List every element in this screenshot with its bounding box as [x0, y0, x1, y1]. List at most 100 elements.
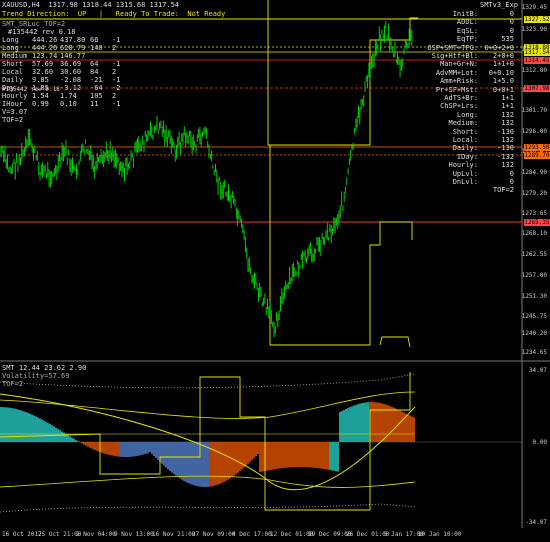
lower-band — [0, 503, 416, 513]
right-row-key: Man+Gr+N: — [440, 60, 478, 69]
right-row-value: 535 — [501, 35, 514, 44]
price-axis-label: 1251.30 — [521, 293, 547, 300]
price-tag: 1317.54 — [524, 49, 550, 56]
price-axis-label: 1257.00 — [521, 272, 547, 279]
left-row-c: 84 — [90, 68, 99, 76]
left-row-d: 2 — [112, 68, 117, 76]
price-axis-label: 1234.65 — [521, 349, 547, 356]
price-tag: 1293.50 — [524, 144, 550, 151]
price-axis-label: 1296.00 — [521, 128, 547, 135]
volatility-label: Volatility=57.69 — [2, 372, 70, 380]
price-axis-label: 1245.75 — [521, 313, 547, 320]
left-row-c: 66 — [90, 36, 99, 44]
right-row-key: Sig+Htf+Bl: — [431, 52, 478, 60]
price-axis-label: 1268.10 — [521, 230, 547, 237]
right-row-value: 0 — [509, 10, 514, 18]
left-row-d: 2 — [112, 92, 117, 100]
right-row-value: 0 — [509, 18, 514, 27]
price-axis-label: 1273.65 — [521, 210, 547, 217]
bottom-channel-line — [379, 336, 411, 348]
price-tag: 1327.52 — [524, 16, 550, 23]
left-row-b: 437.80 — [60, 36, 86, 44]
price-axis-label: 1262.55 — [521, 251, 547, 258]
price-axis-label: 1323.90 — [521, 26, 547, 33]
right-row-value: 132 — [501, 161, 514, 170]
right-row-key: Pr+SF+Mst: — [435, 85, 478, 94]
left-row-a: 0.99 — [32, 100, 49, 108]
ohlc-values: 1317.98 1318.44 1315.68 1317.54 — [48, 1, 180, 9]
right-row-value: 132 — [501, 110, 514, 119]
right-row-value: 0+0+2+0 — [484, 43, 514, 52]
left-row-d: 2 — [112, 44, 117, 52]
right-row-value: 1+1+0 — [492, 60, 514, 69]
right-row-value: 0 — [509, 26, 514, 35]
right-row-key: EqSL: — [456, 26, 478, 35]
time-axis-label: 26 Dec 01:00 — [346, 531, 390, 538]
left-row-name: Long — [2, 36, 19, 44]
left-row-a: 444.26 — [32, 36, 58, 44]
time-axis-label: 27 Nov 09:00 — [192, 531, 236, 538]
left-row-c: 140 — [90, 44, 103, 52]
histogram — [0, 402, 415, 487]
lower-channel-line — [268, 144, 413, 346]
left-row-c: 105 — [90, 92, 103, 100]
right-row-key: AdTS+Br: — [444, 94, 478, 102]
right-row-value: 0+0+1 — [492, 85, 514, 94]
left-row-a: 9.85 — [32, 76, 49, 84]
left-row-b: 146.77 — [60, 52, 86, 60]
right-row-value: 0 — [509, 178, 514, 186]
time-axis-label: 12 Dec 01:00 — [270, 531, 314, 538]
right-row-key: Hourly: — [448, 161, 478, 170]
time-axis-label: 10 Jan 10:00 — [418, 531, 462, 538]
expert-label: SMTv3_Exp — [480, 1, 518, 9]
time-axis-label: 9 Nov 13:00 — [114, 531, 154, 538]
right-row-value: 1+5.0 — [492, 77, 514, 86]
left-row-b: -3.12 — [60, 84, 82, 92]
left-row-b: 620.79 — [60, 44, 86, 52]
time-axis-label: 2 Nov 04:00 — [76, 531, 116, 538]
price-axis-label: 1279.20 — [521, 190, 547, 197]
left-row-name: Long — [2, 44, 19, 52]
right-row-value: -130 — [497, 127, 514, 136]
price-chart-panel[interactable]: XAUUSD,H4 1317.98 1318.44 1315.68 1317.5… — [0, 0, 550, 362]
left-row-d: -1 — [112, 100, 121, 108]
extra1-label: V=3.07 — [2, 108, 28, 116]
left-row-name: Local — [2, 68, 24, 76]
right-row-key: IDay: — [456, 152, 478, 161]
price-axis-label: 1284.90 — [521, 169, 547, 176]
left-row-b: -2.08 — [60, 76, 82, 84]
left-row-name: Short — [2, 60, 24, 68]
left-row-c: 64 — [90, 60, 99, 68]
left-row-a: 57.69 — [32, 60, 54, 68]
right-row-key: Daily: — [452, 144, 478, 153]
right-row-key: Medium: — [448, 119, 478, 128]
time-axis: 16 Oct 2017 25 Oct 21:00 2 Nov 04:00 9 Nov … — [0, 528, 550, 542]
right-row-key: UpLvl: — [452, 169, 478, 178]
indicator-axis-label: 34.07 — [528, 367, 547, 374]
trend-direction-text: Trend Direction: UP | Ready To Trade: No… — [2, 10, 226, 18]
mini-label: #135442 rev 0.18 — [8, 28, 76, 36]
price-tag: 1265.35 — [524, 219, 550, 226]
right-row-value: 1+1 — [501, 102, 514, 111]
symbol-title: XAUUSD,H4 — [2, 1, 40, 9]
indicator-panel[interactable]: SMT 12.44 23.62 2.90 Volatility=57.69 TO… — [0, 362, 550, 528]
right-row-value: -132 — [497, 152, 514, 161]
price-axis-label: 1301.70 — [521, 107, 547, 114]
right-row-key: AdvMM+Lot: — [435, 68, 478, 77]
indicator-tof-label: TOF=2 — [2, 380, 24, 388]
price-tag: 1314.45 — [524, 57, 550, 64]
right-row-key: Short: — [452, 127, 478, 136]
right-row-value: 132 — [501, 136, 514, 144]
indicator-axis-label: -34.07 — [525, 519, 547, 526]
time-axis-label: 16 Nov 21:00 — [152, 531, 196, 538]
right-row-key: ChSP+Lrs: — [440, 102, 478, 111]
left-row-d: -1 — [112, 60, 121, 68]
left-row-b: 1.74 — [60, 92, 77, 100]
indicator-svg — [0, 362, 523, 528]
right-row-value: 0 — [509, 169, 514, 178]
left-row-name: IHour — [2, 100, 24, 108]
right-row-value: 0+0.10 — [488, 68, 514, 77]
left-row-b: 36.69 — [60, 60, 82, 68]
time-axis-label: 16 Oct 2017 — [2, 531, 42, 538]
left-row-c: 11 — [90, 100, 99, 108]
